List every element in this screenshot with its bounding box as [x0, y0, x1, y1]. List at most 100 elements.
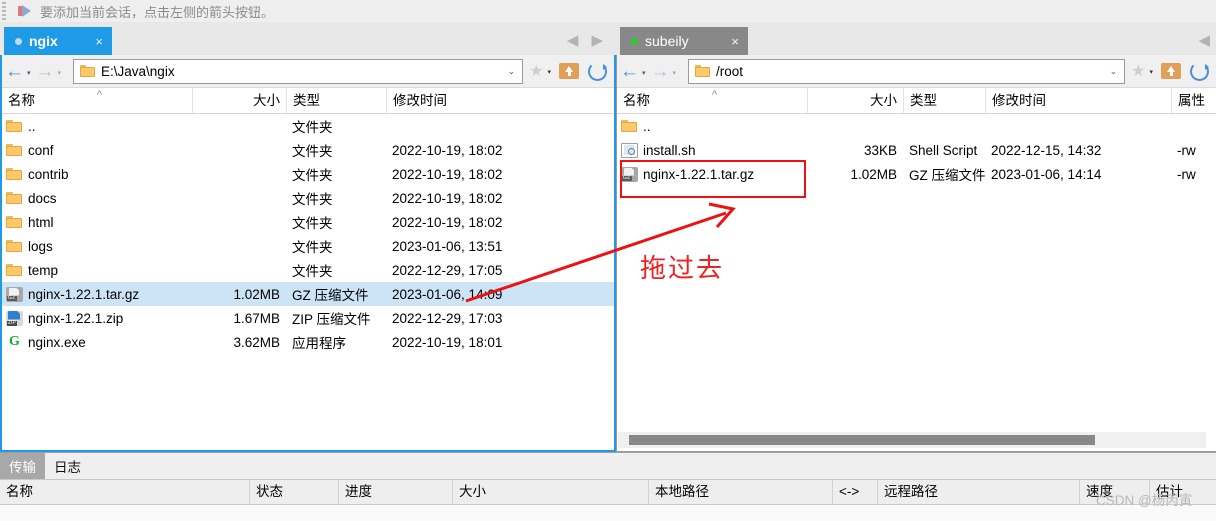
column-header-name[interactable]: 名称 ^	[617, 88, 807, 113]
file-type-cell: Shell Script	[909, 142, 978, 158]
close-icon[interactable]: ×	[95, 34, 103, 49]
table-row[interactable]: contrib 文件夹 2022-10-19, 18:02	[2, 162, 614, 186]
file-modified-cell: 2022-12-29, 17:05	[392, 262, 503, 278]
right-tabstrip: subeily × ◀	[616, 22, 1216, 55]
folder-icon	[6, 263, 23, 278]
close-icon[interactable]: ×	[731, 34, 739, 49]
scrollbar-thumb[interactable]	[629, 435, 1095, 445]
upload-folder-icon[interactable]	[1161, 62, 1181, 80]
table-row[interactable]: logs 文件夹 2023-01-06, 13:51	[2, 234, 614, 258]
table-row[interactable]: docs 文件夹 2022-10-19, 18:02	[2, 186, 614, 210]
column-header-size[interactable]: 大小	[452, 480, 648, 504]
column-header-direction[interactable]: <->	[832, 480, 877, 504]
tab-ngix[interactable]: ngix ×	[4, 27, 112, 55]
chevron-down-icon[interactable]: ▾	[547, 68, 551, 76]
file-size-cell: 3.62MB	[233, 334, 280, 350]
annotation-drag-label: 拖过去	[640, 254, 725, 284]
chevron-down-icon[interactable]: ▾	[642, 69, 646, 77]
column-header-local-path[interactable]: 本地路径	[648, 480, 832, 504]
chevron-right-icon[interactable]: ▶	[591, 31, 603, 49]
table-row[interactable]: GZ nginx-1.22.1.tar.gz 1.02MB GZ 压缩文件 202…	[2, 282, 614, 306]
local-forward-button[interactable]: → ▾	[35, 62, 66, 81]
chevron-down-icon[interactable]: ▾	[1149, 68, 1153, 76]
remote-column-headers: 名称 ^ 大小 类型 修改时间 属性	[617, 88, 1216, 114]
file-name-cell: ZIP nginx-1.22.1.zip	[2, 310, 192, 326]
column-header-attrs[interactable]: 属性	[1171, 88, 1215, 113]
chevron-down-icon[interactable]: ▾	[673, 69, 677, 77]
table-row[interactable]: html 文件夹 2022-10-19, 18:02	[2, 210, 614, 234]
column-header-type[interactable]: 类型	[903, 88, 985, 113]
local-path-input[interactable]: E:\Java\ngix ⌄	[73, 58, 524, 84]
transfer-column-headers: 名称 状态 进度 大小 本地路径 <-> 远程路径 速度 估计	[0, 480, 1216, 505]
local-back-button[interactable]: ← ▾	[4, 62, 35, 81]
remote-file-list[interactable]: .. install.sh 33KB Shell Script 2022-12-…	[617, 114, 1216, 186]
arrow-right-icon: →	[650, 60, 670, 82]
column-header-modified[interactable]: 修改时间	[386, 88, 614, 113]
column-header-size[interactable]: 大小	[807, 88, 903, 113]
file-name-cell: contrib	[2, 167, 192, 182]
file-modified-cell: 2022-10-19, 18:02	[392, 214, 503, 230]
transfer-list-body[interactable]	[0, 505, 1216, 521]
remote-path-input[interactable]: /root ⌄	[688, 58, 1126, 84]
table-row[interactable]: temp 文件夹 2022-12-29, 17:05	[2, 258, 614, 282]
file-name-label: docs	[28, 190, 57, 206]
chevron-left-icon[interactable]: ◀	[567, 31, 579, 49]
bookmark-star-icon[interactable]: ★	[1131, 61, 1145, 81]
local-file-list[interactable]: .. 文件夹 conf 文件夹 2022-10-19, 18:02 contri…	[2, 114, 614, 354]
transfer-panel: 传输 日志 名称 状态 进度 大小 本地路径 <-> 远程路径 速度 估计	[0, 452, 1216, 521]
table-row[interactable]: install.sh 33KB Shell Script 2022-12-15,…	[617, 138, 1216, 162]
column-header-name[interactable]: 名称 ^	[2, 88, 192, 113]
table-row[interactable]: ..	[617, 114, 1216, 138]
column-header-remote-path[interactable]: 远程路径	[877, 480, 1079, 504]
left-tab-scroll-arrows[interactable]: ◀ ▶	[567, 31, 603, 49]
remote-horizontal-scrollbar[interactable]	[618, 432, 1206, 448]
tab-subeily[interactable]: subeily ×	[620, 27, 748, 55]
column-header-modified[interactable]: 修改时间	[985, 88, 1171, 113]
file-name-label: logs	[28, 238, 53, 254]
chevron-down-icon[interactable]: ⌄	[508, 66, 516, 77]
file-type-cell: 文件夹	[292, 144, 333, 159]
chevron-down-icon[interactable]: ▾	[27, 69, 31, 77]
column-header-size[interactable]: 大小	[192, 88, 286, 113]
file-modified-cell: 2022-10-19, 18:01	[392, 334, 503, 350]
column-header-progress[interactable]: 进度	[338, 480, 452, 504]
upload-folder-icon[interactable]	[559, 62, 579, 80]
watermark: CSDN @杨丙寅	[1096, 493, 1193, 508]
file-attrs-cell: -rw	[1177, 166, 1196, 182]
table-row[interactable]: .. 文件夹	[2, 114, 614, 138]
table-row[interactable]: Gnginx.exe 3.62MB 应用程序 2022-10-19, 18:01	[2, 330, 614, 354]
folder-icon	[6, 143, 23, 158]
arrow-right-icon: →	[35, 60, 55, 82]
drag-handle[interactable]	[2, 2, 6, 20]
arrow-right-icon	[18, 5, 32, 17]
right-tab-scroll-arrows[interactable]: ◀	[1198, 31, 1210, 49]
table-row[interactable]: conf 文件夹 2022-10-19, 18:02	[2, 138, 614, 162]
refresh-icon[interactable]	[588, 61, 607, 81]
table-row[interactable]: GZ nginx-1.22.1.tar.gz 1.02MB GZ 压缩文件 202…	[617, 162, 1216, 186]
arrow-left-icon: ←	[5, 60, 24, 82]
folder-icon	[6, 167, 23, 182]
remote-back-button[interactable]: ← ▾	[619, 62, 650, 81]
file-name-cell: logs	[2, 239, 192, 254]
file-modified-cell: 2022-10-19, 18:02	[392, 166, 503, 182]
file-type-cell: 文件夹	[292, 216, 333, 231]
file-size-cell: 1.02MB	[233, 286, 280, 302]
chevron-down-icon[interactable]: ▾	[58, 69, 62, 77]
tab-log[interactable]: 日志	[45, 453, 90, 479]
local-address-bar: ← ▾ → ▾ E:\Java\ngix ⌄ ★ ▾	[2, 55, 614, 88]
table-row[interactable]: ZIP nginx-1.22.1.zip 1.67MB ZIP 压缩文件 2022…	[2, 306, 614, 330]
chevron-left-icon[interactable]: ◀	[1198, 31, 1210, 49]
tab-label: ngix	[29, 33, 58, 49]
file-name-label: nginx-1.22.1.tar.gz	[643, 166, 755, 182]
sort-ascending-icon: ^	[97, 89, 103, 101]
refresh-icon[interactable]	[1190, 61, 1209, 81]
column-header-status[interactable]: 状态	[249, 480, 338, 504]
notification-text: 要添加当前会话，点击左侧的箭头按钮。	[40, 4, 275, 20]
remote-forward-button[interactable]: → ▾	[650, 62, 681, 81]
bookmark-star-icon[interactable]: ★	[529, 61, 543, 81]
chevron-down-icon[interactable]: ⌄	[1110, 66, 1118, 77]
column-header-type[interactable]: 类型	[286, 88, 386, 113]
file-name-cell: Gnginx.exe	[2, 335, 192, 350]
tab-transfers[interactable]: 传输	[0, 453, 45, 479]
column-header-name[interactable]: 名称	[0, 480, 249, 504]
